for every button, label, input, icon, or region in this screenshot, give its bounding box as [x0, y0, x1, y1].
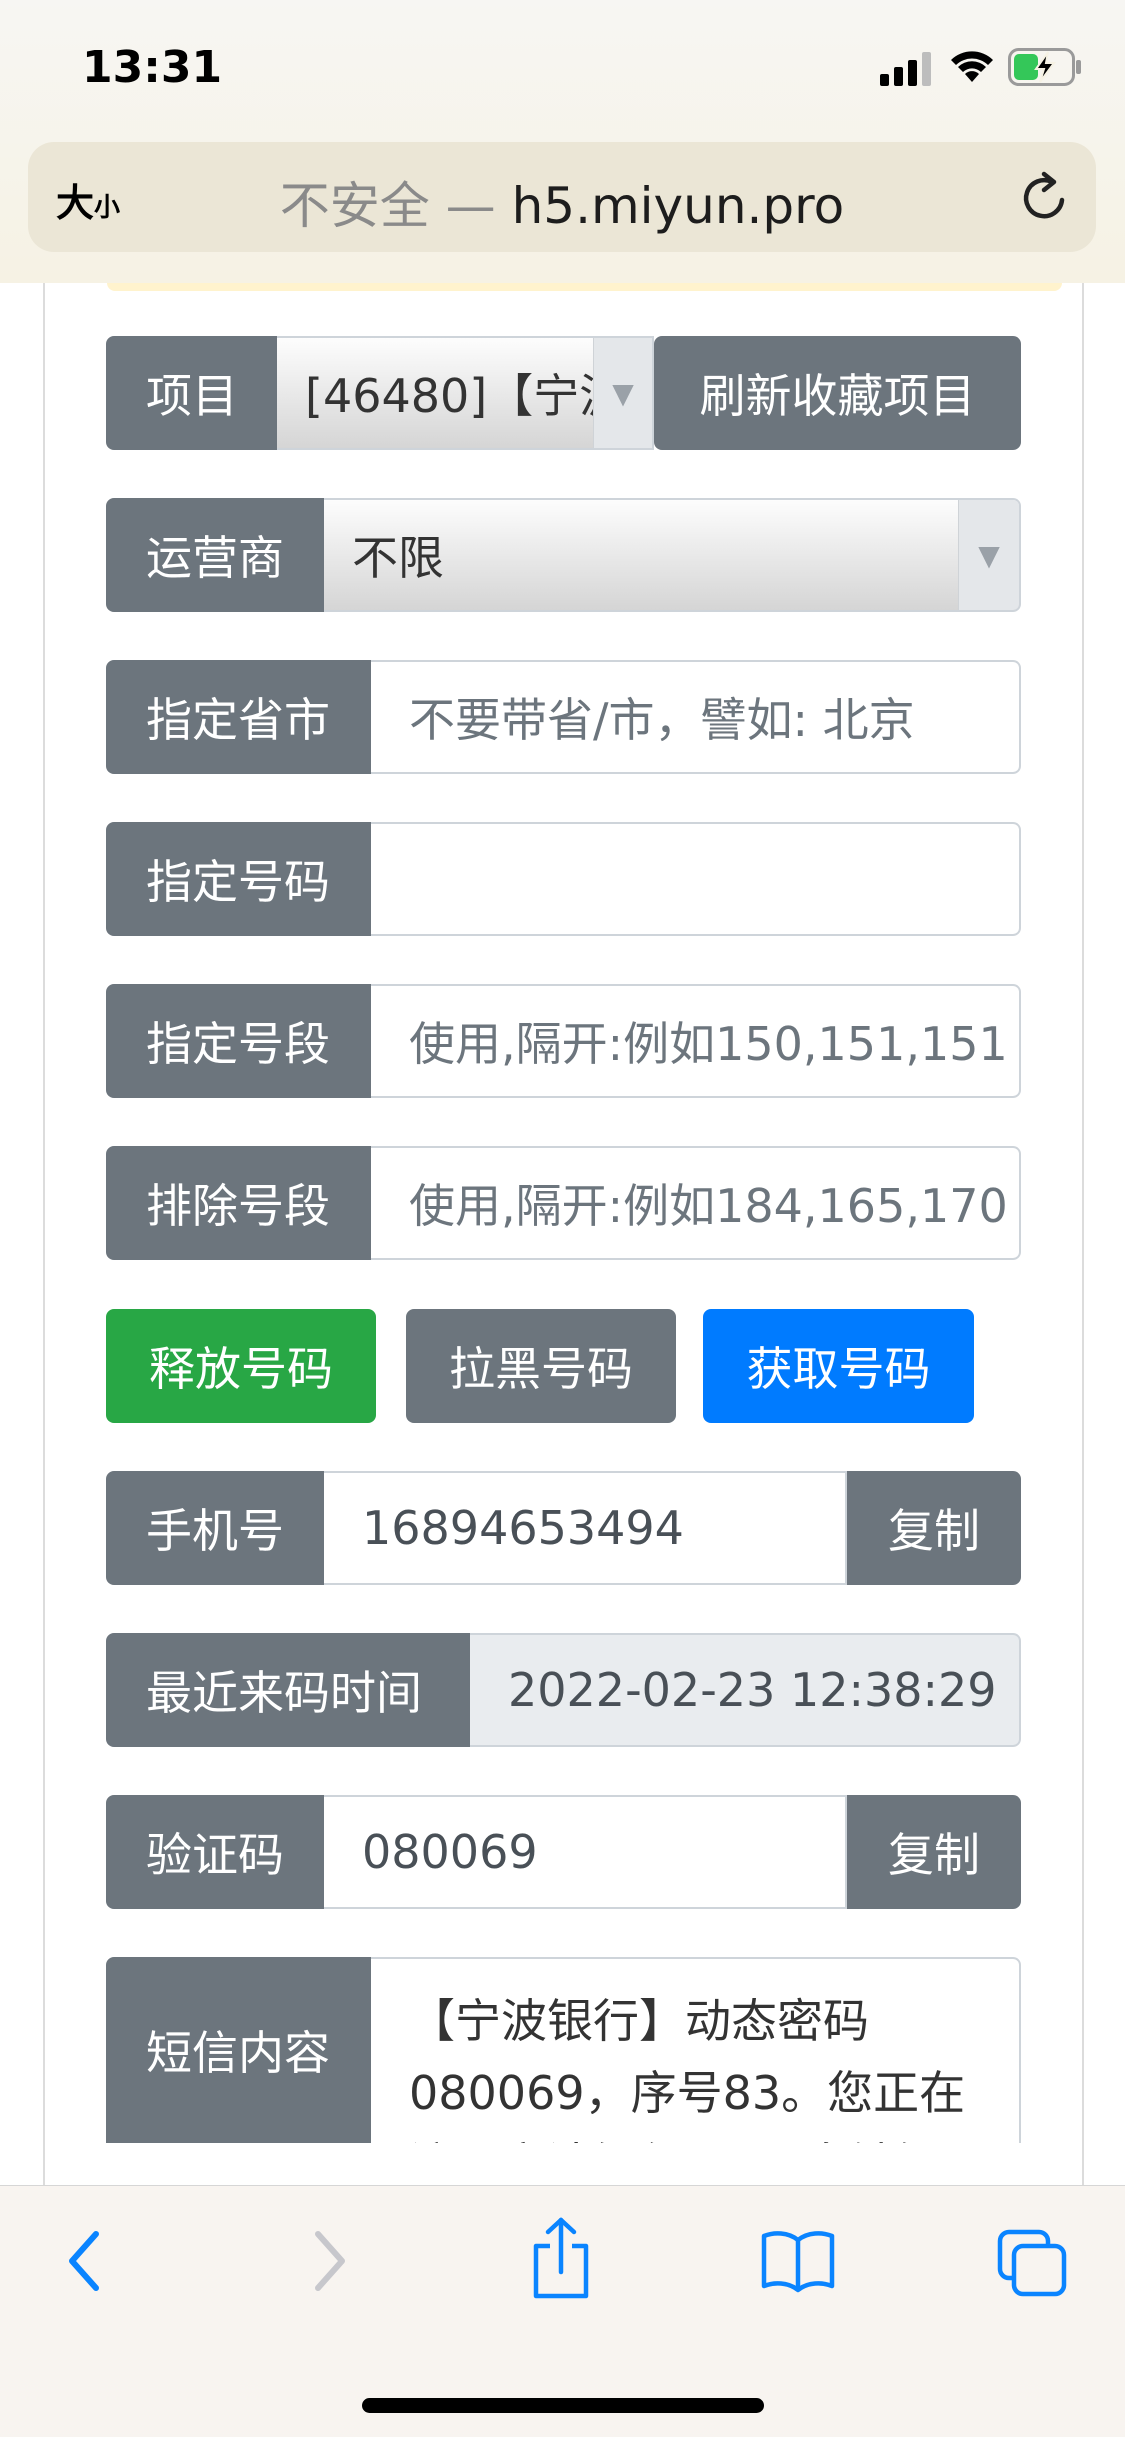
home-indicator	[362, 2398, 764, 2413]
last-time-label: 最近来码时间	[106, 1633, 470, 1747]
insecure-label: 不安全 —	[279, 177, 512, 235]
province-label: 指定省市	[106, 660, 371, 774]
phone-label: 手机号	[106, 1471, 324, 1585]
copy-code-button[interactable]: 复制	[847, 1795, 1021, 1909]
url-display[interactable]: 不安全 — h5.miyun.pro	[28, 166, 1096, 238]
forward-icon[interactable]	[306, 2228, 352, 2294]
wifi-icon	[951, 51, 993, 82]
code-row: 验证码 080069 复制	[106, 1795, 1021, 1909]
prefix-input[interactable]: 使用,隔开:例如150,151,151	[371, 984, 1021, 1098]
province-row: 指定省市 不要带省/市，譬如: 北京	[106, 660, 1021, 774]
back-icon[interactable]	[62, 2228, 108, 2294]
sms-label: 短信内容	[106, 1957, 371, 2143]
share-icon[interactable]	[528, 2216, 594, 2300]
exclude-input[interactable]: 使用,隔开:例如184,165,170	[371, 1146, 1021, 1260]
exclude-label: 排除号段	[106, 1146, 371, 1260]
get-number-button[interactable]: 获取号码	[703, 1309, 974, 1423]
browser-chrome: 13:31 大小 不安全 — h5.miyun.pro	[0, 0, 1125, 284]
number-label: 指定号码	[106, 822, 371, 936]
prefix-label: 指定号段	[106, 984, 371, 1098]
phone-input[interactable]: 16894653494	[324, 1471, 847, 1585]
code-label: 验证码	[106, 1795, 324, 1909]
web-page: 项目 [46480]【宁波 ▼ 刷新收藏项目 运营商 不限 ▼ 指定省市 不要带…	[0, 283, 1125, 2185]
page-container: 项目 [46480]【宁波 ▼ 刷新收藏项目 运营商 不限 ▼ 指定省市 不要带…	[43, 283, 1084, 2185]
copy-phone-button[interactable]: 复制	[847, 1471, 1021, 1585]
release-number-button[interactable]: 释放号码	[106, 1309, 376, 1423]
number-input[interactable]	[371, 822, 1021, 936]
province-input[interactable]: 不要带省/市，譬如: 北京	[371, 660, 1021, 774]
chevron-down-icon: ▼	[593, 338, 652, 448]
last-time-value: 2022-02-23 12:38:29	[470, 1633, 1021, 1747]
project-label: 项目	[106, 336, 277, 450]
tabs-icon[interactable]	[996, 2228, 1068, 2298]
status-time: 13:31	[82, 42, 223, 93]
code-input[interactable]: 080069	[324, 1795, 847, 1909]
alert-bottom-edge	[107, 283, 1062, 291]
battery-charging-icon	[1008, 48, 1081, 86]
address-bar[interactable]: 大小 不安全 — h5.miyun.pro	[28, 142, 1096, 252]
url-host: h5.miyun.pro	[511, 177, 845, 235]
last-time-row: 最近来码时间 2022-02-23 12:38:29	[106, 1633, 1021, 1747]
sms-row: 短信内容 【宁波银行】动态密码080069，序号83。您正在注册宁波银行e-GO…	[106, 1957, 1021, 2185]
number-row: 指定号码	[106, 822, 1021, 936]
carrier-select[interactable]: 不限 ▼	[324, 498, 1021, 612]
carrier-label: 运营商	[106, 498, 324, 612]
prefix-row: 指定号段 使用,隔开:例如150,151,151	[106, 984, 1021, 1098]
project-select[interactable]: [46480]【宁波 ▼	[277, 336, 654, 450]
phone-row: 手机号 16894653494 复制	[106, 1471, 1021, 1585]
project-row: 项目 [46480]【宁波 ▼ 刷新收藏项目	[106, 336, 1021, 450]
blacklist-number-button[interactable]: 拉黑号码	[406, 1309, 676, 1423]
reload-icon[interactable]	[1016, 168, 1074, 226]
sms-content[interactable]: 【宁波银行】动态密码080069，序号83。您正在注册宁波银行e-GO直销银行.…	[371, 1957, 1021, 2143]
chevron-down-icon: ▼	[958, 500, 1019, 610]
carrier-row: 运营商 不限 ▼	[106, 498, 1021, 612]
cellular-signal-icon	[880, 52, 931, 86]
bookmarks-icon[interactable]	[760, 2228, 836, 2294]
exclude-row: 排除号段 使用,隔开:例如184,165,170	[106, 1146, 1021, 1260]
refresh-favorites-button[interactable]: 刷新收藏项目	[654, 336, 1021, 450]
